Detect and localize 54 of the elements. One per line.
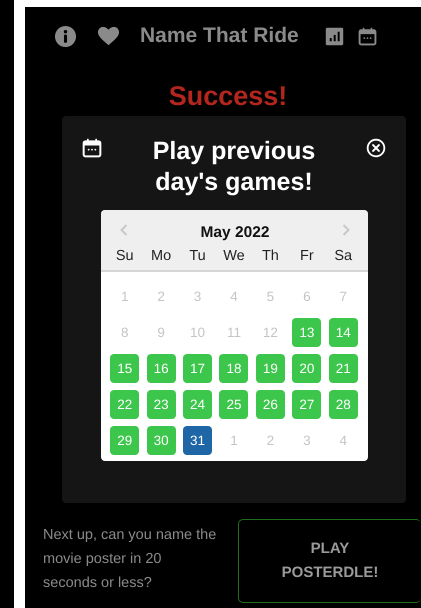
calendar-icon[interactable] — [358, 26, 377, 46]
calendar-day[interactable]: 14 — [328, 318, 358, 347]
calendar-day[interactable]: 20 — [292, 354, 322, 383]
calendar-day: 11 — [219, 318, 248, 347]
calendar-day[interactable]: 25 — [219, 390, 248, 419]
calendar-day[interactable]: 17 — [183, 354, 212, 383]
play-button[interactable]: PLAY POSTERDLE! — [238, 519, 421, 603]
calendar-day: 8 — [110, 318, 140, 347]
weekday-label: Mo — [150, 248, 172, 264]
calendar-icon — [82, 138, 102, 158]
calendar-day: 10 — [183, 318, 212, 347]
result-heading: Success! — [168, 81, 288, 111]
weekday-label: Th — [260, 248, 280, 264]
calendar-day: 3 — [292, 426, 322, 455]
weekday-label: Fr — [299, 248, 315, 264]
calendar-day: 1 — [219, 426, 248, 455]
calendar-day[interactable]: 31 — [183, 426, 212, 455]
calendar-day: 4 — [219, 282, 248, 311]
weekday-label: Sa — [333, 248, 354, 264]
app-title: Name That Ride — [140, 24, 299, 48]
weekday-label: Su — [114, 248, 135, 264]
calendar-day[interactable]: 24 — [183, 390, 212, 419]
calendar-day[interactable]: 15 — [110, 354, 140, 383]
close-icon[interactable] — [366, 138, 386, 158]
calendar-day: 3 — [183, 282, 212, 311]
calendar-day[interactable]: 30 — [146, 426, 176, 455]
weekday-label: We — [222, 248, 246, 264]
calendar-day[interactable]: 16 — [146, 354, 176, 383]
heart-icon[interactable] — [97, 24, 120, 48]
modal-title: Play previous day's games! — [152, 136, 316, 198]
stats-icon[interactable] — [324, 26, 344, 46]
weekday-label: Tu — [188, 248, 207, 264]
calendar-day[interactable]: 23 — [146, 390, 176, 419]
calendar-day: 1 — [110, 282, 140, 311]
calendar-day[interactable]: 18 — [219, 354, 248, 383]
calendar-day[interactable]: 19 — [256, 354, 285, 383]
calendar-day: 2 — [256, 426, 285, 455]
calendar-day[interactable]: 21 — [328, 354, 358, 383]
calendar-day[interactable]: 27 — [292, 390, 322, 419]
month-label: May 2022 — [200, 224, 270, 242]
calendar-day[interactable]: 29 — [110, 426, 140, 455]
calendar-day: 5 — [256, 282, 285, 311]
next-up-text: Next up, can you name the movie poster in 20 seconds or less? — [43, 526, 218, 593]
calendar-day: 7 — [328, 282, 358, 311]
calendar-day[interactable]: 28 — [328, 390, 358, 419]
calendar-day: 9 — [146, 318, 176, 347]
info-icon[interactable] — [54, 24, 77, 48]
calendar-day[interactable]: 13 — [292, 318, 322, 347]
calendar-day[interactable]: 22 — [110, 390, 140, 419]
calendar-day: 12 — [256, 318, 285, 347]
calendar-day[interactable]: 26 — [256, 390, 285, 419]
calendar-day: 6 — [292, 282, 322, 311]
calendar-day: 2 — [146, 282, 176, 311]
calendar-day: 4 — [328, 426, 358, 455]
